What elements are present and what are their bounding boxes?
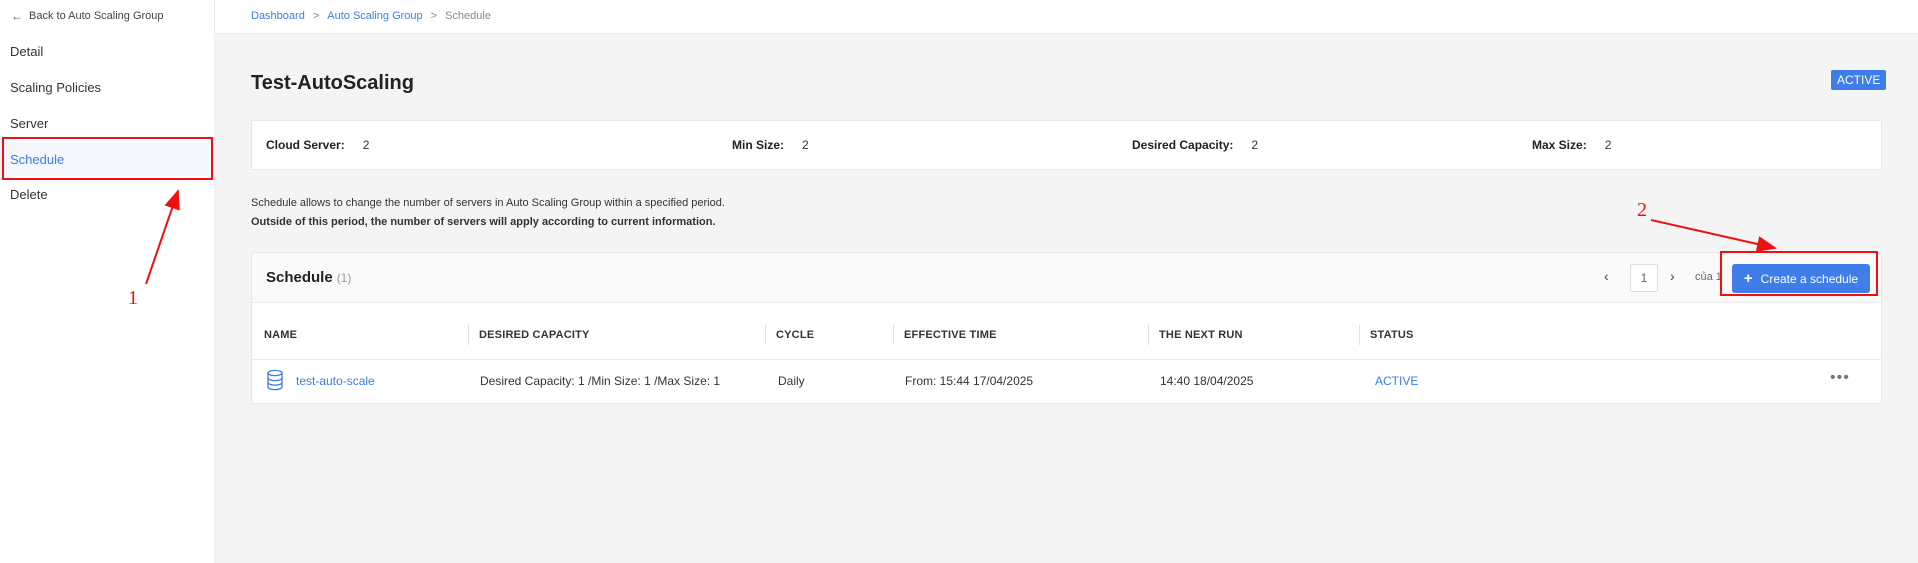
schedule-card-header: Schedule (1) ‹ 1 › của 1 + Create a sched…	[252, 253, 1881, 303]
column-header-effective-time: EFFECTIVE TIME	[904, 329, 997, 341]
database-icon	[267, 369, 283, 391]
topbar: Dashboard > Auto Scaling Group > Schedul…	[215, 0, 1918, 34]
schedule-effective-time: From: 15:44 17/04/2025	[905, 374, 1034, 388]
column-divider	[1148, 325, 1149, 345]
status-badge: ACTIVE	[1831, 70, 1887, 90]
sidebar-item-scaling-policies[interactable]: Scaling Policies	[0, 70, 215, 104]
sidebar: ← Back to Auto Scaling Group Detail Scal…	[0, 0, 215, 563]
description-line: Schedule allows to change the number of …	[251, 197, 725, 209]
sidebar-item-detail[interactable]: Detail	[0, 34, 215, 68]
create-schedule-button[interactable]: + Create a schedule	[1732, 264, 1870, 293]
schedule-cycle: Daily	[778, 374, 805, 388]
breadcrumb: Dashboard > Auto Scaling Group > Schedul…	[251, 10, 491, 22]
chevron-left-icon[interactable]: ‹	[1604, 268, 1609, 284]
page-title: Test-AutoScaling	[251, 72, 414, 94]
breadcrumb-auto-scaling-group[interactable]: Auto Scaling Group	[327, 10, 422, 22]
column-header-desired-capacity: DESIRED CAPACITY	[479, 329, 590, 341]
breadcrumb-separator: >	[312, 10, 320, 22]
schedule-card: Schedule (1) ‹ 1 › của 1 + Create a sched…	[251, 252, 1882, 404]
info-value: 2	[1604, 138, 1612, 152]
info-label: Cloud Server:	[266, 138, 345, 152]
info-label: Min Size:	[732, 138, 785, 152]
schedule-status: ACTIVE	[1375, 374, 1419, 388]
back-link-label: Back to Auto Scaling Group	[29, 10, 164, 22]
description-line-bold: Outside of this period, the number of se…	[251, 216, 716, 228]
breadcrumb-dashboard[interactable]: Dashboard	[251, 10, 305, 22]
schedule-description: Schedule allows to change the number of …	[251, 194, 725, 232]
info-value: 2	[802, 138, 809, 152]
info-value: 2	[362, 138, 370, 152]
breadcrumb-separator: >	[430, 10, 438, 22]
column-header-name: NAME	[264, 329, 298, 341]
sidebar-item-delete[interactable]: Delete	[0, 177, 215, 211]
column-divider	[1359, 325, 1360, 345]
sidebar-item-server[interactable]: Server	[0, 106, 215, 140]
column-divider	[765, 325, 766, 345]
schedule-title: Schedule (1)	[266, 269, 351, 286]
column-header-status: STATUS	[1370, 329, 1414, 341]
page-number-input[interactable]: 1	[1630, 264, 1658, 292]
info-desired-capacity: Desired Capacity: 2	[1132, 138, 1258, 152]
info-max-size: Max Size: 2	[1532, 138, 1611, 152]
info-label: Max Size:	[1532, 138, 1587, 152]
info-label: Desired Capacity:	[1132, 138, 1234, 152]
schedule-count: (1)	[336, 271, 352, 285]
annotation-number-2: 2	[1637, 199, 1647, 221]
info-card: Cloud Server: 2 Min Size: 2 Desired Capa…	[251, 120, 1882, 170]
back-link[interactable]: ← Back to Auto Scaling Group	[11, 9, 164, 23]
page-total: của 1	[1695, 271, 1722, 283]
column-header-next-run: THE NEXT RUN	[1159, 329, 1243, 341]
schedule-name-link[interactable]: test-auto-scale	[296, 374, 375, 388]
column-divider	[468, 325, 469, 345]
schedule-next-run: 14:40 18/04/2025	[1160, 374, 1254, 388]
arrow-left-icon: ←	[11, 9, 23, 23]
annotation-number-1: 1	[128, 287, 138, 309]
create-schedule-label: Create a schedule	[1760, 271, 1859, 286]
info-value: 2	[1251, 138, 1259, 152]
table-divider	[252, 359, 1881, 360]
sidebar-item-schedule[interactable]: Schedule	[0, 142, 215, 176]
schedule-desired-capacity: Desired Capacity: 1 /Min Size: 1 /Max Si…	[480, 374, 721, 388]
info-min-size: Min Size: 2	[732, 138, 809, 152]
column-header-cycle: CYCLE	[776, 329, 815, 341]
main-content: Test-AutoScaling ACTIVE Cloud Server: 2 …	[215, 34, 1918, 563]
schedule-title-label: Schedule	[266, 269, 333, 286]
breadcrumb-schedule: Schedule	[445, 10, 491, 22]
chevron-right-icon[interactable]: ›	[1670, 268, 1675, 284]
column-divider	[893, 325, 894, 345]
plus-icon: +	[1743, 270, 1753, 287]
info-cloud-server: Cloud Server: 2	[266, 138, 369, 152]
more-options-icon[interactable]: •••	[1830, 369, 1850, 387]
